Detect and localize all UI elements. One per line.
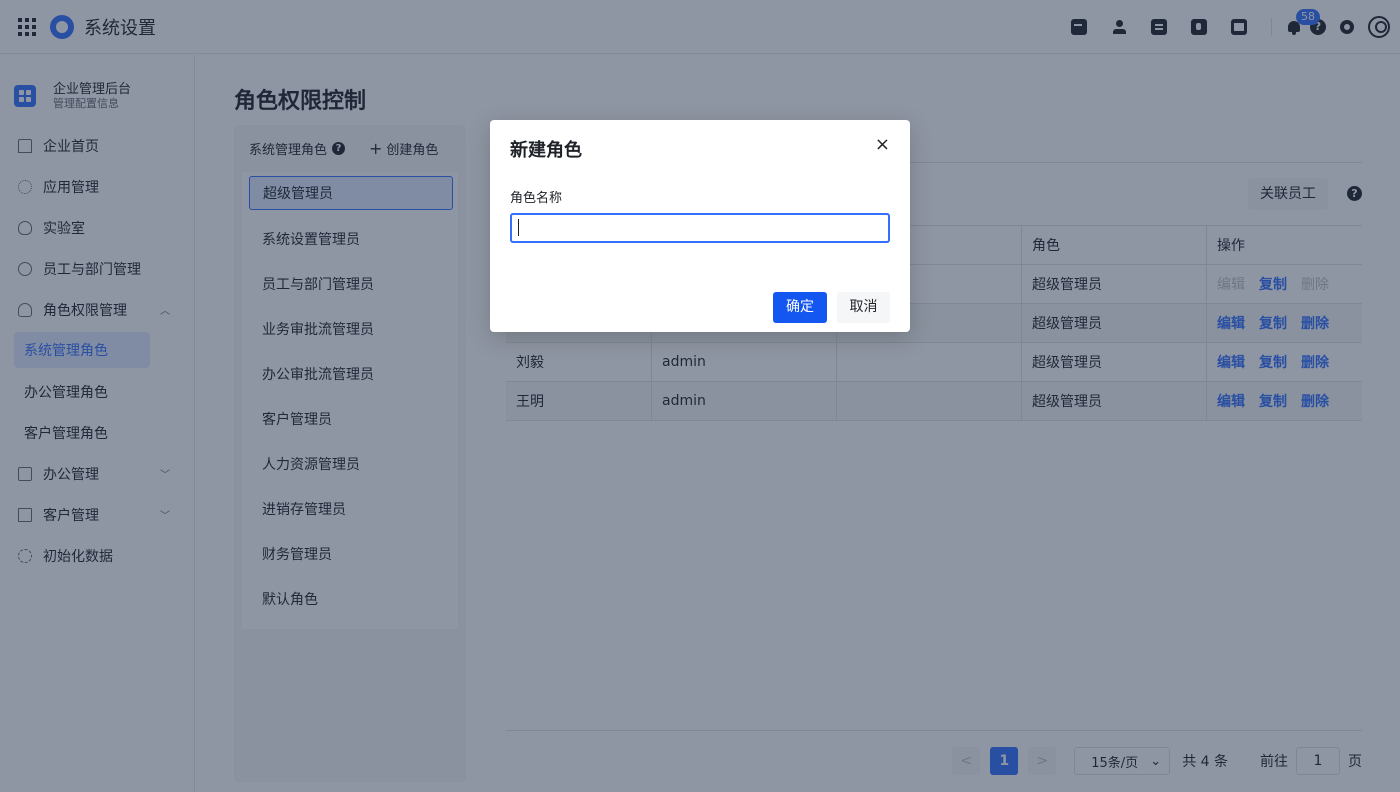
dialog-title: 新建角色 xyxy=(510,140,582,161)
text-cursor xyxy=(518,219,519,236)
modal-overlay[interactable] xyxy=(0,0,1400,792)
close-icon[interactable]: × xyxy=(875,134,890,155)
role-name-input[interactable] xyxy=(510,213,890,243)
cancel-button[interactable]: 取消 xyxy=(837,292,890,323)
role-name-label: 角色名称 xyxy=(510,191,563,206)
create-role-dialog: 新建角色 × 角色名称 确定 取消 xyxy=(490,120,910,332)
confirm-button[interactable]: 确定 xyxy=(773,292,827,323)
